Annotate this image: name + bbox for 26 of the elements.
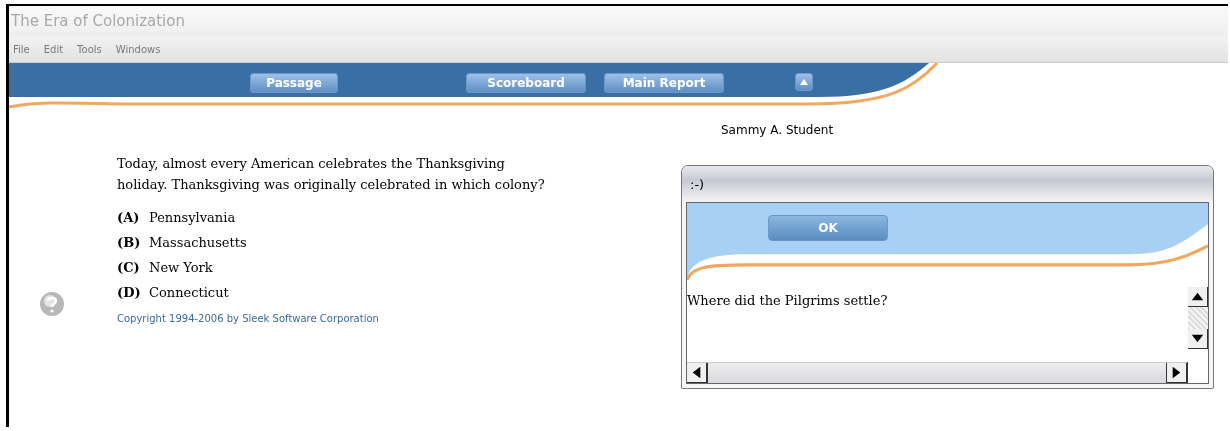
toolbar-button[interactable]: Main Report: [604, 73, 724, 93]
option-letter: (C): [117, 260, 139, 275]
menu-item[interactable]: Edit: [43, 43, 64, 55]
option-text[interactable]: Massachusetts: [149, 235, 247, 250]
option-letter: (A): [117, 210, 139, 225]
toolbar-button[interactable]: Passage: [250, 73, 338, 93]
option-text[interactable]: Connecticut: [149, 285, 229, 300]
window-title: The Era of Colonization: [11, 12, 185, 30]
triangle-icon: [799, 78, 809, 86]
option-text[interactable]: New York: [149, 260, 213, 275]
option-letter: (B): [117, 235, 139, 250]
menu-item[interactable]: Windows: [115, 43, 161, 55]
ok-button[interactable]: OK: [768, 215, 888, 241]
question-text: Today, almost every American celebrates the Thanksgiving holiday. Thanksgiving was originally celebrated in which colony?: [117, 155, 546, 194]
option-letter: (D): [117, 285, 139, 300]
option-text[interactable]: Pennsylvania: [149, 210, 236, 225]
dialog-message: Where did the Pilgrims settle?: [687, 293, 888, 308]
up-button[interactable]: [795, 73, 813, 91]
horizontal-scrollbar[interactable]: [687, 362, 1187, 383]
vertical-scrollbar[interactable]: [1188, 287, 1208, 349]
dialog-title: :-): [690, 176, 705, 192]
student-name: Sammy A. Student: [721, 123, 834, 137]
copyright-text: Copyright 1994-2006 by Sleek Software Corporation: [117, 313, 379, 324]
toolbar-button[interactable]: Scoreboard: [466, 73, 586, 93]
menu-item[interactable]: Tools: [77, 43, 102, 55]
menu-item[interactable]: File: [13, 43, 30, 55]
